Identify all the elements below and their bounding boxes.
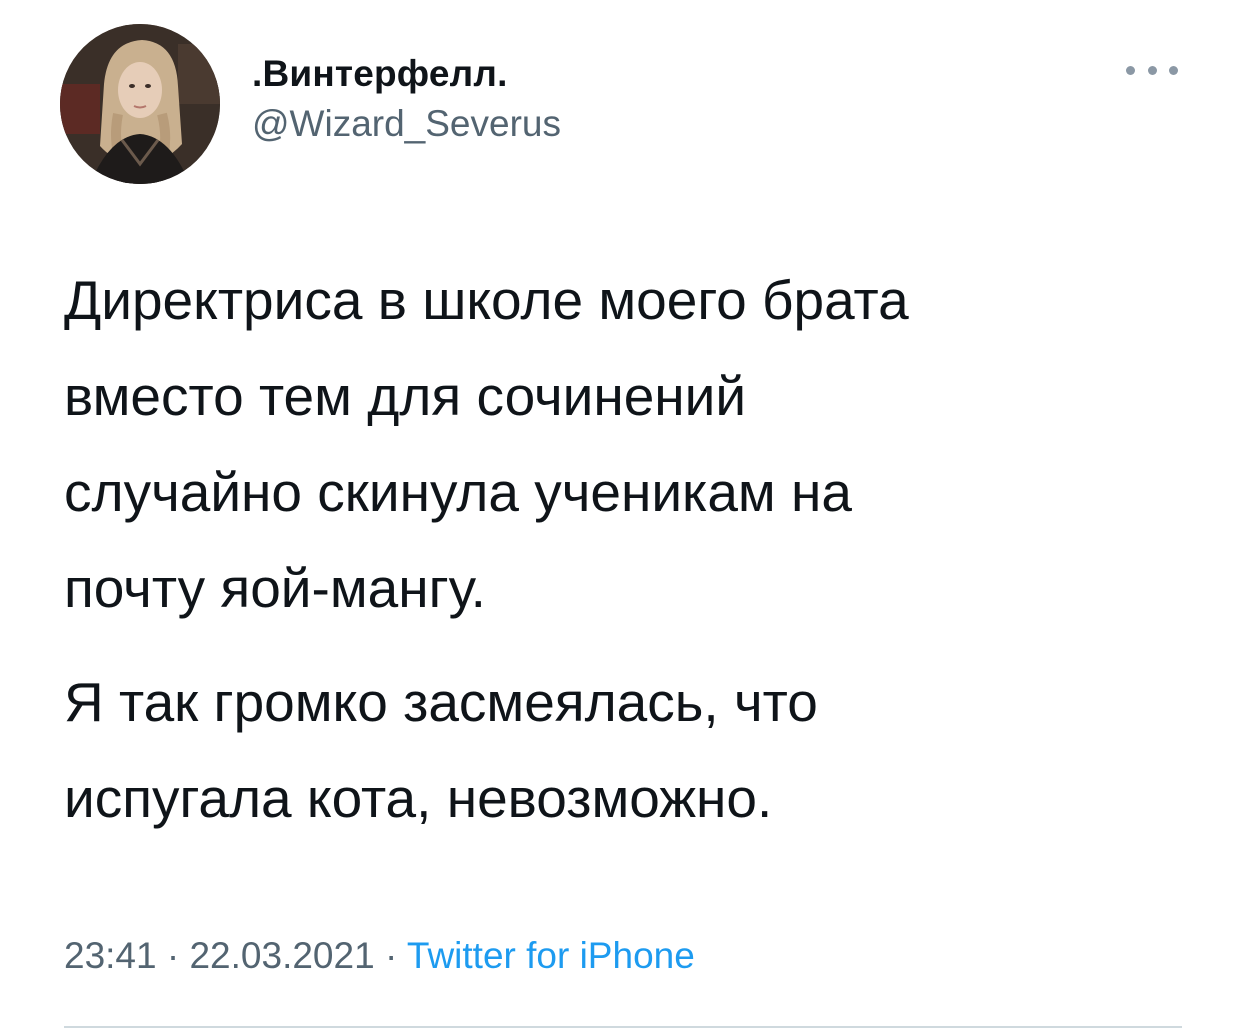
meta-separator: · bbox=[374, 935, 407, 976]
meta-separator: · bbox=[156, 935, 190, 976]
avatar[interactable] bbox=[60, 24, 220, 184]
tweet-paragraph: Директриса в школе моего брата вместо те… bbox=[64, 269, 909, 619]
tweet: .Винтерфелл. @Wizard_Severus Директриса … bbox=[0, 0, 1242, 1033]
more-horizontal-icon[interactable] bbox=[1126, 60, 1178, 80]
user-handle[interactable]: @Wizard_Severus bbox=[252, 100, 561, 148]
tweet-paragraph: Я так громко засмеялась, что испугала ко… bbox=[64, 671, 818, 829]
divider bbox=[64, 1026, 1182, 1028]
author-names: .Винтерфелл. @Wizard_Severus bbox=[252, 52, 561, 148]
tweet-date[interactable]: 22.03.2021 bbox=[189, 935, 374, 976]
avatar-image bbox=[60, 24, 220, 184]
tweet-source-link[interactable]: Twitter for iPhone bbox=[407, 935, 695, 976]
more-dot bbox=[1169, 65, 1178, 75]
tweet-meta: 23:41 · 22.03.2021 · Twitter for iPhone bbox=[64, 930, 695, 982]
tweet-text: Директриса в школе моего брата вместо те… bbox=[64, 252, 1184, 846]
tweet-header: .Винтерфелл. @Wizard_Severus bbox=[60, 24, 1190, 184]
tweet-time[interactable]: 23:41 bbox=[64, 935, 157, 976]
display-name[interactable]: .Винтерфелл. bbox=[252, 52, 561, 96]
more-dot bbox=[1126, 65, 1135, 75]
more-dot bbox=[1147, 65, 1157, 75]
